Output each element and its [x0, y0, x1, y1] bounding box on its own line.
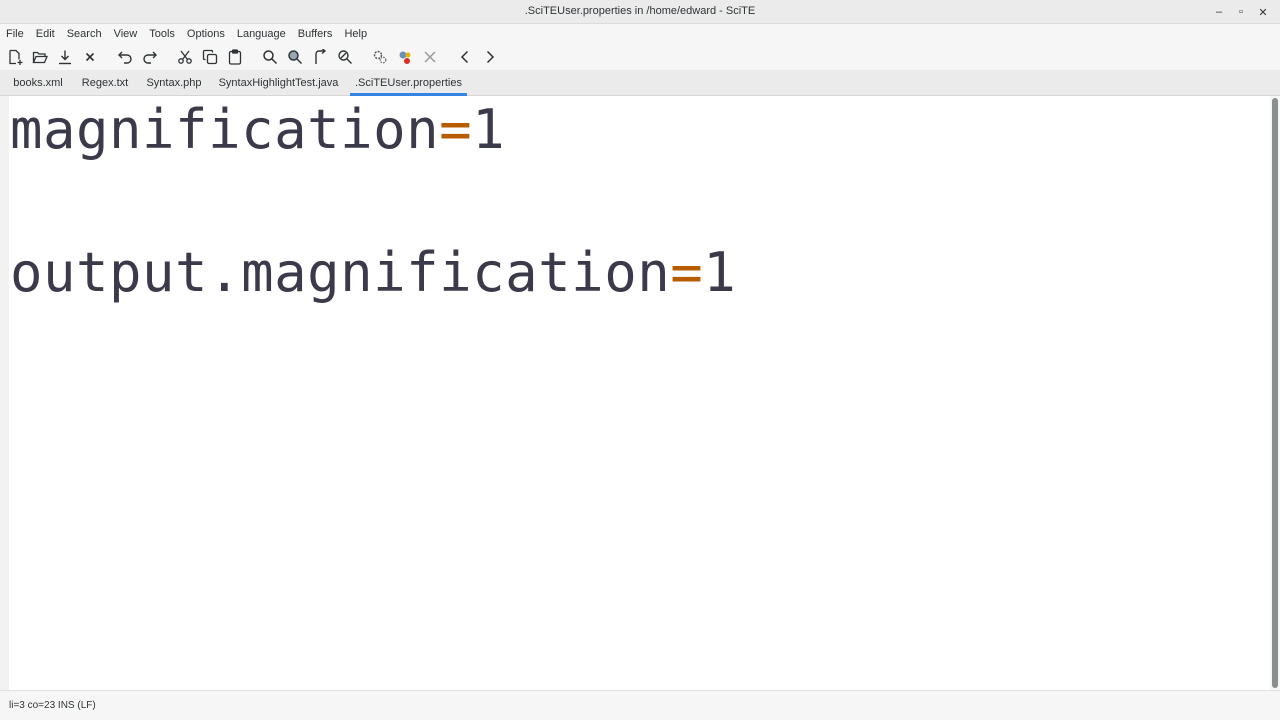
- copy-button[interactable]: [198, 45, 222, 69]
- next-icon: [486, 50, 495, 64]
- minimize-button[interactable]: –: [1208, 2, 1230, 22]
- maximize-button[interactable]: ▫: [1230, 2, 1252, 22]
- tab-syntaxhighlighttest-java[interactable]: SyntaxHighlightTest.java: [215, 70, 342, 96]
- redo-icon: [143, 51, 157, 64]
- vertical-scrollbar[interactable]: [1270, 96, 1280, 690]
- undo-icon: [118, 51, 132, 64]
- editor-area[interactable]: magnification=1 output.magnification=1: [0, 96, 1270, 690]
- new-file-icon: [9, 49, 23, 65]
- menu-language[interactable]: Language: [231, 24, 292, 44]
- menu-file[interactable]: File: [0, 24, 30, 44]
- open-file-button[interactable]: [28, 45, 52, 69]
- menu-edit[interactable]: Edit: [30, 24, 61, 44]
- menu-view[interactable]: View: [108, 24, 144, 44]
- find-button[interactable]: [258, 45, 282, 69]
- previous-button[interactable]: [453, 45, 477, 69]
- window-controls: – ▫ ✕: [1208, 2, 1274, 22]
- property-key: magnification: [10, 98, 440, 161]
- stop-icon: [424, 51, 436, 63]
- property-operator: =: [670, 241, 704, 304]
- tab-bar: books.xml Regex.txt Syntax.php SyntaxHig…: [0, 70, 1280, 96]
- previous-icon: [460, 50, 469, 64]
- replace-icon: [338, 50, 352, 64]
- replace-button[interactable]: [333, 45, 357, 69]
- undo-button[interactable]: [113, 45, 137, 69]
- property-value: 1: [472, 98, 506, 161]
- toolbar: [0, 44, 1280, 70]
- tab-books-xml[interactable]: books.xml: [7, 70, 69, 96]
- property-value: 1: [703, 241, 737, 304]
- status-text: li=3 co=23 INS (LF): [9, 700, 96, 711]
- compile-button[interactable]: [368, 45, 392, 69]
- find-icon: [263, 50, 278, 65]
- cut-button[interactable]: [173, 45, 197, 69]
- tab-scite-user-properties[interactable]: .SciTEUser.properties: [350, 70, 467, 96]
- paste-button[interactable]: [223, 45, 247, 69]
- build-icon: [399, 51, 411, 64]
- scrollbar-thumb[interactable]: [1272, 98, 1278, 688]
- property-operator: =: [439, 98, 473, 161]
- compile-icon: [373, 50, 387, 64]
- go-to-button[interactable]: [308, 45, 332, 69]
- redo-button[interactable]: [138, 45, 162, 69]
- window-title: .SciTEUser.properties in /home/edward - …: [524, 5, 756, 17]
- build-button[interactable]: [393, 45, 417, 69]
- close-file-icon: [85, 52, 95, 62]
- find-in-files-button[interactable]: [283, 45, 307, 69]
- close-file-button[interactable]: [78, 45, 102, 69]
- menu-buffers[interactable]: Buffers: [292, 24, 339, 44]
- menu-help[interactable]: Help: [338, 24, 373, 44]
- cut-icon: [178, 50, 192, 64]
- open-file-icon: [32, 51, 48, 64]
- menu-options[interactable]: Options: [181, 24, 231, 44]
- tab-syntax-php[interactable]: Syntax.php: [141, 70, 207, 96]
- new-file-button[interactable]: [3, 45, 27, 69]
- menu-tools[interactable]: Tools: [143, 24, 181, 44]
- menu-search[interactable]: Search: [61, 24, 108, 44]
- save-button[interactable]: [53, 45, 77, 69]
- save-icon: [59, 50, 71, 65]
- menu-bar: File Edit Search View Tools Options Lang…: [0, 24, 1280, 44]
- find-in-files-icon: [288, 50, 303, 65]
- code-line-1: magnification=1: [10, 96, 505, 166]
- code-line-3: output.magnification=1: [10, 237, 736, 309]
- go-to-icon: [315, 49, 327, 64]
- title-bar: .SciTEUser.properties in /home/edward - …: [0, 0, 1280, 24]
- paste-icon: [228, 49, 242, 65]
- tab-regex-txt[interactable]: Regex.txt: [77, 70, 133, 96]
- copy-icon: [202, 49, 218, 65]
- status-bar: li=3 co=23 INS (LF): [0, 690, 1280, 720]
- close-window-button[interactable]: ✕: [1252, 2, 1274, 22]
- scite-window: .SciTEUser.properties in /home/edward - …: [0, 0, 1280, 720]
- property-key: output.magnification: [10, 241, 671, 304]
- next-button[interactable]: [478, 45, 502, 69]
- stop-button[interactable]: [418, 45, 442, 69]
